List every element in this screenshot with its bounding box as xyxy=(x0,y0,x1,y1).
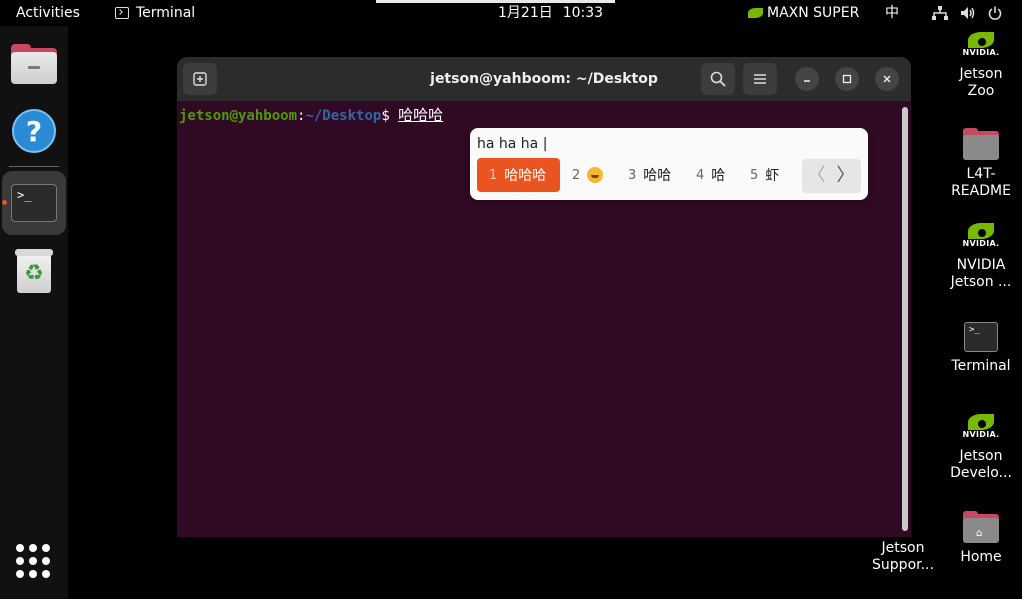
candidate-2[interactable]: 2 xyxy=(572,158,604,192)
maximize-icon xyxy=(842,74,852,84)
running-indicator xyxy=(2,200,7,205)
candidate-number: 1 xyxy=(489,167,498,183)
show-applications-button[interactable] xyxy=(16,544,50,578)
dock-item-files[interactable] xyxy=(0,31,68,97)
desktop-icon-jetson-zoo[interactable]: NVIDIA. Jetson Zoo xyxy=(936,32,1022,100)
clock-time: 10:33 xyxy=(562,5,604,21)
hamburger-icon xyxy=(754,74,766,84)
candidate-text: 哈哈哈 xyxy=(504,168,547,184)
desktop-icon-label: Jetson xyxy=(959,448,1003,464)
candidate-text: 哈 xyxy=(711,168,726,184)
terminal-icon: >_ xyxy=(964,322,998,352)
desktop-icon-label: Zoo xyxy=(967,83,995,99)
dock-item-help[interactable]: ? xyxy=(0,98,68,164)
dock-item-trash[interactable]: ♻ xyxy=(0,238,68,304)
system-tray[interactable] xyxy=(932,0,1002,26)
candidate-number: 3 xyxy=(628,167,637,183)
candidate-number: 5 xyxy=(750,167,759,183)
activities-button[interactable]: Activities xyxy=(16,0,80,26)
clock-date: 1月21日 xyxy=(498,5,553,21)
volume-icon xyxy=(961,7,975,19)
power-mode-label: MAXN SUPER xyxy=(767,5,860,21)
home-folder-icon: ⌂ xyxy=(963,511,999,543)
candidate-5[interactable]: 5 虾 xyxy=(750,158,779,192)
desktop-icon-label: Jetson xyxy=(959,66,1003,82)
app-menu-button[interactable]: Terminal xyxy=(115,0,195,26)
input-method-indicator[interactable]: 中 xyxy=(885,0,899,26)
close-button[interactable] xyxy=(875,67,899,91)
desktop-icon-jetson-support[interactable]: Jetson Suppor... xyxy=(858,540,948,574)
dock: ? >_ ♻ xyxy=(0,26,68,599)
candidate-text: 虾 xyxy=(765,168,780,184)
desktop-icon-label: Jetson xyxy=(881,540,925,556)
terminal-icon xyxy=(115,7,129,19)
ime-candidate-panel: ha ha ha | 1 哈哈哈 2 3 哈哈 4 哈 5 虾 〈 〉 xyxy=(470,128,868,200)
nvidia-icon xyxy=(748,8,763,18)
prompt-path: ~/Desktop xyxy=(305,108,382,124)
next-page-button[interactable]: 〉 xyxy=(831,159,860,193)
desktop-icon-nvidia-jetson[interactable]: NVIDIA. NVIDIA Jetson ... xyxy=(936,223,1022,291)
candidate-text: 哈哈 xyxy=(643,168,672,184)
candidate-number: 2 xyxy=(572,167,581,183)
nvidia-icon: NVIDIA. xyxy=(963,414,999,442)
menu-button[interactable] xyxy=(743,63,777,95)
prompt-symbol: $ xyxy=(381,108,399,124)
app-menu-label: Terminal xyxy=(136,5,196,21)
desktop-icon-label: Suppor... xyxy=(872,557,934,573)
nvidia-icon: NVIDIA. xyxy=(963,32,999,60)
clock-button[interactable]: 1月21日 10:33 xyxy=(498,0,603,26)
candidate-number: 4 xyxy=(696,167,705,183)
prompt-line: jetson@yahboom:~/Desktop$ 哈哈哈 xyxy=(179,104,443,125)
preedit-text: 哈哈哈 xyxy=(398,106,444,124)
minimize-button[interactable] xyxy=(795,67,819,91)
ime-input-text: ha ha ha | xyxy=(477,136,548,152)
desktop-icon-terminal[interactable]: >_ Terminal xyxy=(936,322,1022,375)
dock-separator xyxy=(9,166,59,167)
folder-icon xyxy=(963,128,999,160)
help-icon: ? xyxy=(12,109,56,153)
desktop-icon-label: Jetson ... xyxy=(950,274,1012,290)
smiling-face-icon xyxy=(587,167,604,183)
search-icon xyxy=(710,71,726,87)
files-icon xyxy=(11,44,57,84)
desktop-icon-label: NVIDIA xyxy=(956,257,1006,273)
new-tab-icon xyxy=(193,72,207,86)
trash-icon: ♻ xyxy=(15,249,53,293)
power-mode-indicator[interactable]: MAXN SUPER xyxy=(748,0,859,26)
close-icon xyxy=(883,75,891,83)
nvidia-icon: NVIDIA. xyxy=(963,223,999,251)
desktop-icon-label: Home xyxy=(960,549,1002,565)
desktop-icon-jetson-developer[interactable]: NVIDIA. Jetson Develo... xyxy=(936,414,1022,482)
candidate-3[interactable]: 3 哈哈 xyxy=(628,158,671,192)
desktop-icon-l4t-readme[interactable]: L4T- README xyxy=(936,128,1022,200)
candidate-1[interactable]: 1 哈哈哈 xyxy=(477,158,560,192)
dock-item-terminal[interactable]: >_ xyxy=(0,170,68,236)
maximize-button[interactable] xyxy=(835,67,859,91)
candidate-4[interactable]: 4 哈 xyxy=(696,158,725,192)
new-tab-button[interactable] xyxy=(183,63,217,95)
terminal-icon: >_ xyxy=(11,184,57,222)
desktop-icon-label: Terminal xyxy=(951,358,1011,374)
scrollbar[interactable] xyxy=(902,107,908,531)
top-bar: Activities Terminal 1月21日 10:33 MAXN SUPE… xyxy=(0,0,1022,26)
search-button[interactable] xyxy=(701,63,735,95)
network-icon xyxy=(932,6,948,20)
desktop-icon-label: README xyxy=(951,183,1011,199)
terminal-headerbar[interactable]: jetson@yahboom: ~/Desktop xyxy=(177,57,911,101)
power-icon xyxy=(988,6,1002,20)
desktop-icon-label: Develo... xyxy=(950,465,1012,481)
desktop-icon-label: L4T- xyxy=(966,166,996,182)
candidate-pager: 〈 〉 xyxy=(802,159,861,193)
prompt-user: jetson@yahboom xyxy=(179,108,298,124)
desktop-icon-home[interactable]: ⌂ Home xyxy=(936,511,1022,566)
previous-page-button[interactable]: 〈 xyxy=(802,159,831,193)
minimize-icon xyxy=(804,80,810,82)
